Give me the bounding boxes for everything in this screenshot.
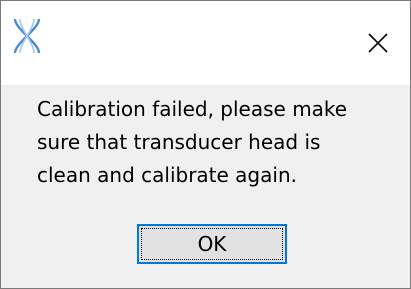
close-button[interactable] xyxy=(346,1,410,85)
dialog-message: Calibration failed, please make sure tha… xyxy=(37,97,348,187)
close-icon xyxy=(367,32,389,54)
message-dialog: Calibration failed, please make sure tha… xyxy=(0,0,411,289)
app-logo-icon xyxy=(12,17,42,55)
ok-button-label: OK xyxy=(197,232,227,256)
title-bar[interactable] xyxy=(1,1,410,85)
ok-button[interactable]: OK xyxy=(137,224,287,264)
